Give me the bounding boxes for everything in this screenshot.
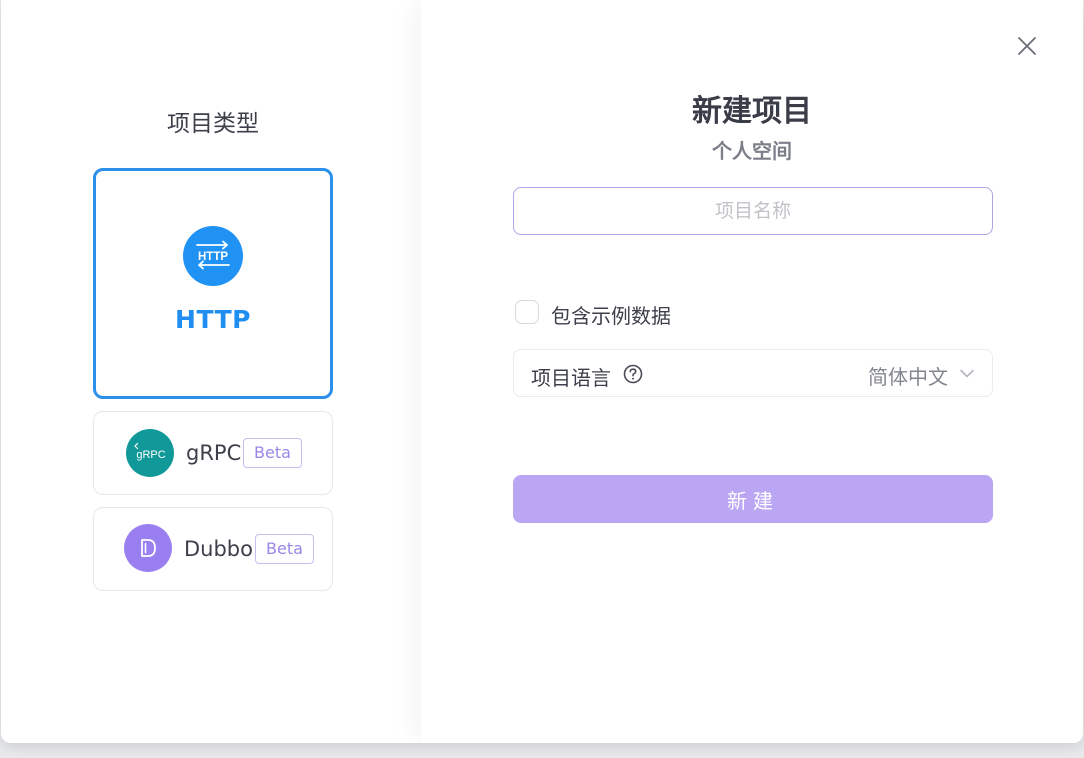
grpc-logo-icon: gRPC [126, 429, 174, 477]
chevron-down-icon [958, 364, 976, 382]
project-form-panel: 新建项目 个人空间 包含示例数据 项目语言 简体中文 [421, 0, 1083, 743]
new-project-dialog: 项目类型 HTTP HTTP gRPC gRPC Beta Dubbo Beta… [1, 0, 1083, 743]
project-type-dubbo-label: Dubbo [184, 537, 253, 561]
grpc-beta-badge: Beta [243, 438, 302, 468]
include-sample-data-checkbox[interactable] [515, 300, 539, 324]
project-type-http-card[interactable]: HTTP HTTP [93, 168, 333, 399]
project-type-dubbo-card[interactable]: Dubbo Beta [93, 507, 333, 591]
project-type-panel: 项目类型 HTTP HTTP gRPC gRPC Beta Dubbo Beta [1, 0, 421, 743]
svg-text:gRPC: gRPC [136, 449, 165, 461]
question-circle-icon[interactable] [622, 363, 644, 385]
close-button[interactable] [1012, 31, 1042, 61]
create-project-button[interactable]: 新建 [513, 475, 993, 523]
http-arrows-icon: HTTP [183, 226, 243, 286]
dubbo-logo-icon [124, 524, 172, 572]
project-type-grpc-label: gRPC [186, 441, 242, 465]
project-type-title: 项目类型 [167, 111, 259, 137]
project-language-label: 项目语言 [531, 366, 611, 390]
page-title: 新建项目 [692, 94, 812, 129]
project-type-http-label: HTTP [175, 305, 251, 334]
dubbo-beta-badge: Beta [255, 534, 314, 564]
include-sample-data-label[interactable]: 包含示例数据 [551, 300, 671, 329]
project-language-select[interactable]: 简体中文 [832, 350, 992, 396]
svg-text:HTTP: HTTP [198, 251, 228, 263]
project-type-grpc-card[interactable]: gRPC gRPC Beta [93, 411, 333, 495]
project-language-value: 简体中文 [868, 365, 948, 389]
project-name-input[interactable] [513, 187, 993, 235]
project-language-row: 项目语言 简体中文 [513, 349, 993, 397]
close-icon [1018, 37, 1036, 55]
workspace-subtitle: 个人空间 [712, 139, 792, 163]
